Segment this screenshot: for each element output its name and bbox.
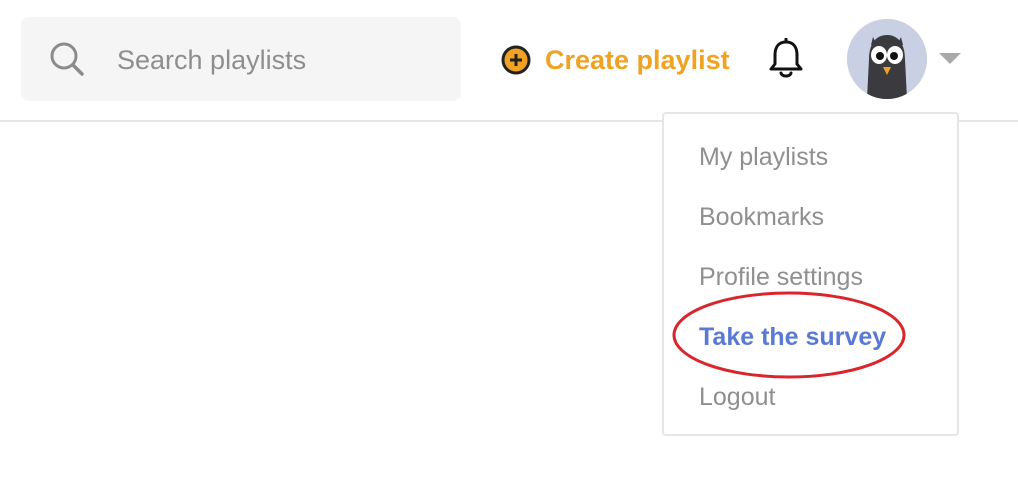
caret-down-icon[interactable] — [939, 53, 961, 64]
user-dropdown-menu: My playlists Bookmarks Profile settings … — [662, 112, 959, 436]
penguin-avatar-icon — [847, 19, 927, 99]
avatar[interactable] — [847, 19, 927, 99]
search-input[interactable] — [115, 37, 449, 83]
search-box[interactable] — [21, 17, 461, 101]
menu-item-my-playlists[interactable]: My playlists — [699, 143, 828, 172]
menu-item-logout[interactable]: Logout — [699, 383, 775, 412]
create-playlist-label: Create playlist — [545, 44, 730, 75]
search-icon — [50, 42, 84, 76]
plus-circle-icon — [501, 45, 531, 75]
notifications-button[interactable] — [765, 37, 807, 85]
create-playlist-button[interactable]: Create playlist — [500, 40, 730, 80]
bell-icon — [769, 37, 803, 78]
menu-item-profile-settings[interactable]: Profile settings — [699, 263, 863, 292]
menu-item-bookmarks[interactable]: Bookmarks — [699, 203, 824, 232]
menu-item-take-the-survey[interactable]: Take the survey — [699, 323, 886, 352]
top-bar: Create playlist — [0, 0, 1018, 122]
